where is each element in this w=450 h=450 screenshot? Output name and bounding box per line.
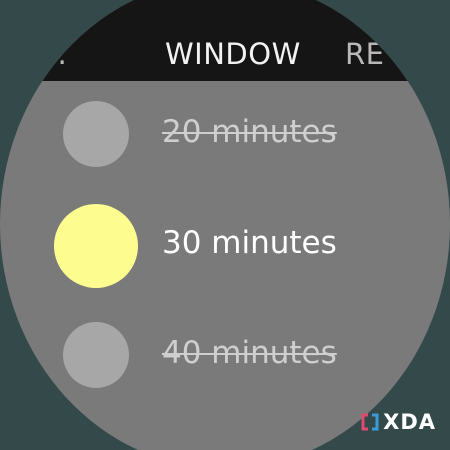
- option-label: 40 minutes: [162, 335, 337, 371]
- option-label: 20 minutes: [162, 114, 337, 150]
- tab-previous[interactable]: …: [38, 37, 68, 71]
- screen: … WINDOW RE 20 minutes 30 minutes 40 min…: [0, 0, 450, 450]
- tab-window[interactable]: WINDOW: [165, 37, 301, 71]
- option-40-minutes[interactable]: 40 minutes: [0, 311, 450, 401]
- xda-watermark: XDA: [361, 410, 436, 434]
- option-indicator: [63, 101, 129, 167]
- tab-bar: … WINDOW RE: [0, 0, 450, 81]
- tab-next[interactable]: RE: [345, 37, 384, 71]
- watermark-text: XDA: [383, 410, 436, 434]
- option-30-minutes[interactable]: 30 minutes: [0, 201, 450, 291]
- option-label: 30 minutes: [162, 225, 337, 261]
- option-indicator-selected: [54, 204, 138, 288]
- watch-face: … WINDOW RE 20 minutes 30 minutes 40 min…: [0, 0, 450, 450]
- option-indicator: [63, 322, 129, 388]
- xda-logo-icon: [361, 413, 379, 431]
- option-20-minutes[interactable]: 20 minutes: [0, 90, 450, 180]
